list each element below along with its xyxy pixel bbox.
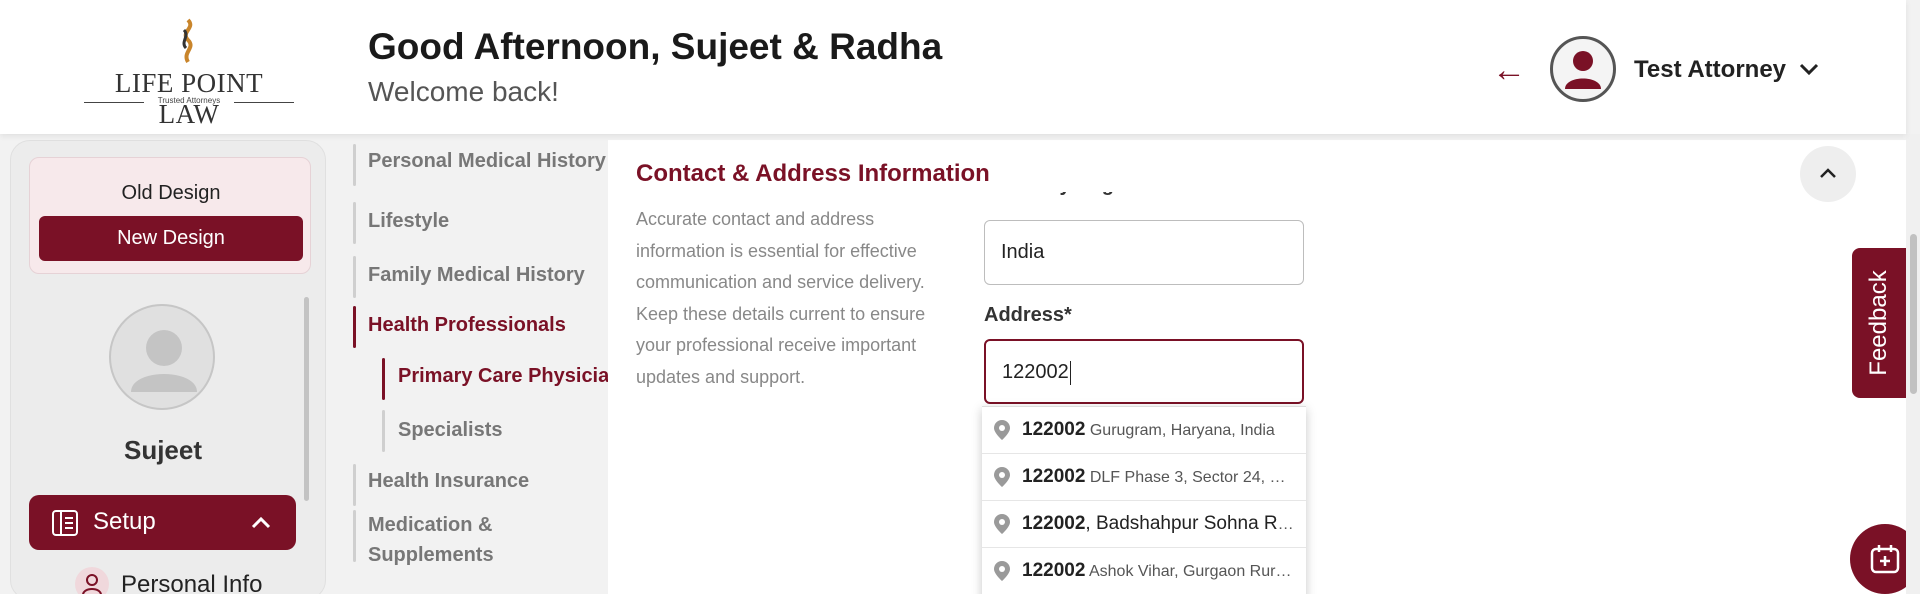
main-content-card: Contact & Address Information Accurate c… — [608, 140, 1906, 594]
text-caret — [1069, 360, 1071, 385]
back-arrow-icon[interactable]: ← — [1490, 50, 1528, 90]
nav-item-health-professionals[interactable]: Health Professionals — [368, 314, 566, 337]
welcome-subtitle: Welcome back! — [368, 76, 559, 107]
nav-item-lifestyle[interactable]: Lifestyle — [368, 210, 449, 233]
chevron-up-icon — [251, 516, 271, 529]
feedback-tab[interactable]: Feedback — [1852, 248, 1906, 398]
address-input[interactable]: 122002 — [984, 339, 1304, 404]
location-pin-icon — [994, 514, 1010, 534]
nav-item-primary-care-physician[interactable]: Primary Care Physician — [398, 365, 621, 388]
nav-item-medication-supplements-line2[interactable]: Supplements — [368, 544, 494, 567]
address-label: Address* — [984, 304, 1072, 326]
nav-rail — [353, 510, 356, 562]
suggestion-text: 122002 Gurugram, Haryana, India — [1022, 419, 1275, 440]
chevron-up-icon — [1820, 168, 1836, 178]
setup-menu-button[interactable]: Setup — [29, 495, 296, 550]
nav-rail-active — [353, 306, 356, 348]
left-sidebar: Old Design New Design Sujeet Setup Perso… — [10, 140, 326, 594]
suggestion-item[interactable]: 122002 Gurugram, Haryana, India — [982, 407, 1306, 454]
suggestion-item[interactable]: 122002 DLF Phase 3, Sector 24, Gurugram,… — [982, 454, 1306, 501]
feedback-label: Feedback — [1865, 270, 1892, 376]
collapse-section-button[interactable] — [1800, 146, 1856, 202]
suggestion-text: 122002 DLF Phase 3, Sector 24, Gurugram,… — [1022, 466, 1294, 487]
user-avatar[interactable] — [1550, 36, 1616, 102]
book-icon — [52, 510, 78, 536]
location-pin-icon — [994, 561, 1010, 581]
suggestion-item[interactable]: 122002, Badshahpur Sohna Road Highway, G… — [982, 501, 1306, 548]
country-field[interactable]: India — [984, 220, 1304, 285]
nav-subrail — [382, 410, 385, 452]
profile-name: Sujeet — [123, 435, 203, 465]
section-description: Accurate contact and address information… — [636, 209, 926, 387]
calendar-plus-icon — [1870, 545, 1900, 574]
sidebar-scrollbar[interactable] — [304, 297, 309, 501]
address-suggestions-dropdown: 122002 Gurugram, Haryana, India 122002 D… — [982, 406, 1306, 594]
nav-item-family-medical-history[interactable]: Family Medical History — [368, 264, 585, 287]
suggestion-text: 122002, Badshahpur Sohna Road Highway, G… — [1022, 513, 1294, 534]
nav-rail — [353, 464, 356, 506]
old-design-option[interactable]: Old Design — [30, 182, 312, 205]
person-placeholder-icon — [131, 330, 197, 392]
section-nav: Personal Medical History Lifestyle Famil… — [336, 140, 621, 594]
nav-rail — [353, 256, 356, 298]
suggestion-text: 122002 Ashok Vihar, Gurgaon Rural, Gurug… — [1022, 560, 1294, 581]
sidebar-item-label: Personal Info — [121, 571, 263, 594]
page-scrollbar[interactable] — [1906, 134, 1920, 594]
location-pin-icon — [994, 420, 1010, 440]
user-avatar-icon — [1565, 51, 1601, 89]
nav-item-medication-supplements[interactable]: Medication & — [368, 514, 492, 537]
greeting-title: Good Afternoon, Sujeet & Radha — [368, 26, 943, 67]
logo-tagline: Trusted Attorneys — [157, 96, 221, 105]
location-pin-icon — [994, 467, 1010, 487]
nav-item-specialists[interactable]: Specialists — [398, 419, 503, 442]
nav-rail — [353, 202, 356, 244]
top-header: LIFE POINT LAW Trusted Attorneys Good Af… — [0, 0, 1906, 134]
nav-rail — [353, 144, 356, 186]
suggestion-item[interactable]: 122002 Ashok Vihar, Gurgaon Rural, Gurug… — [982, 548, 1306, 594]
nav-item-personal-medical-history[interactable]: Personal Medical History — [368, 150, 606, 173]
chevron-down-icon[interactable] — [1796, 56, 1822, 82]
page-scrollbar-thumb[interactable] — [1910, 234, 1917, 394]
design-switcher: Old Design New Design — [29, 157, 311, 274]
setup-label: Setup — [93, 508, 156, 535]
nav-subrail-active — [382, 358, 385, 400]
brand-logo[interactable]: LIFE POINT LAW Trusted Attorneys — [84, 18, 294, 129]
profile-avatar[interactable] — [109, 304, 215, 410]
country-label-clipped: Country/Region — [984, 192, 1284, 202]
section-title: Contact & Address Information — [636, 160, 990, 187]
new-design-button[interactable]: New Design — [39, 216, 303, 261]
logo-mark-icon — [182, 18, 193, 64]
address-input-value: 122002 — [1002, 361, 1069, 383]
person-icon — [75, 567, 109, 594]
user-name[interactable]: Test Attorney — [1634, 56, 1786, 84]
nav-item-health-insurance[interactable]: Health Insurance — [368, 470, 529, 493]
